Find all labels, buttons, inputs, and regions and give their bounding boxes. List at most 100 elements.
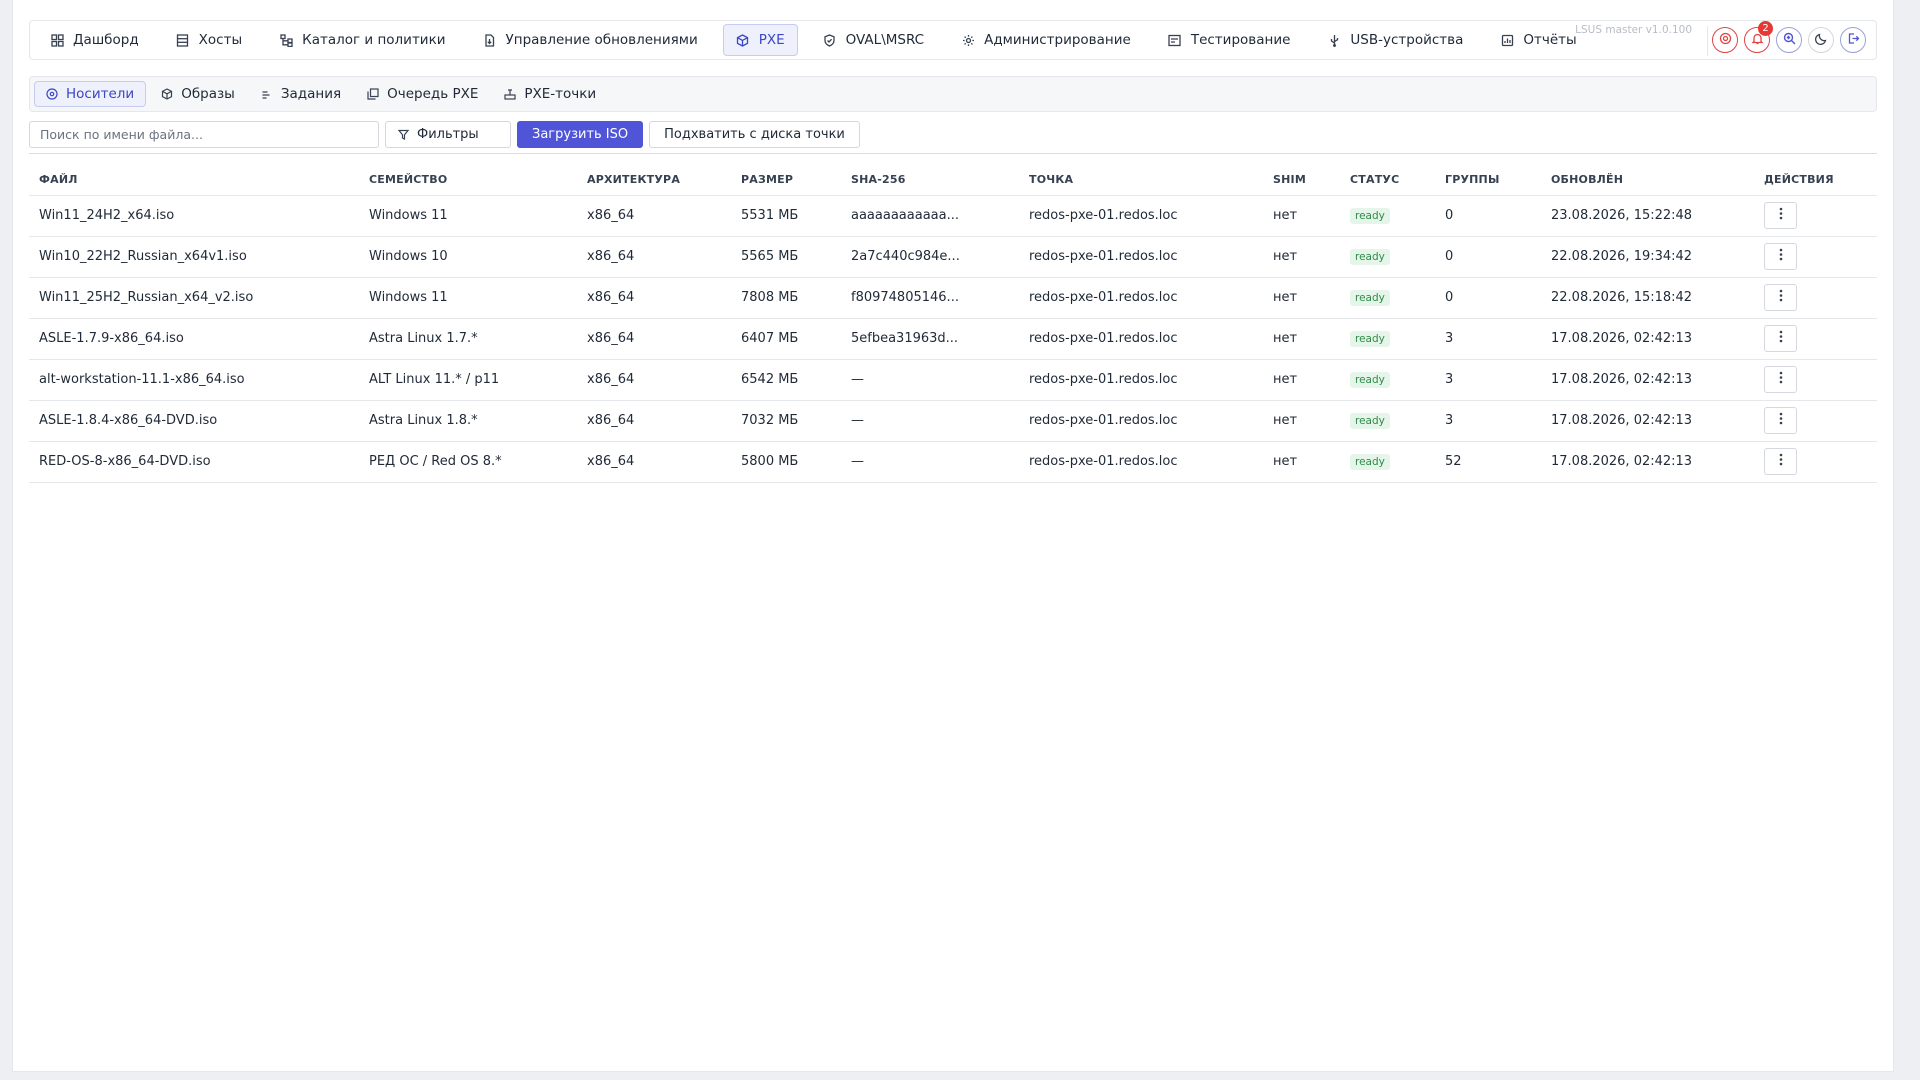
groups-cell: 0: [1435, 277, 1541, 319]
app-window: Дашборд Хосты Каталог и политики Управле…: [12, 0, 1894, 1072]
sha256-cell: —: [841, 441, 1019, 483]
status-cell: ready: [1340, 441, 1435, 483]
file-column-header[interactable]: ФАЙЛ: [29, 165, 359, 196]
zoom-search-icon: [1783, 32, 1796, 49]
row-actions-button[interactable]: [1764, 407, 1797, 434]
sha256-column-header[interactable]: SHA-256: [841, 165, 1019, 196]
point-column-header[interactable]: ТОЧКА: [1019, 165, 1263, 196]
filters-label: Фильтры: [417, 127, 479, 142]
tab-label: PXE-точки: [524, 86, 597, 102]
updated-cell: 23.08.2026, 15:22:48: [1541, 195, 1754, 237]
nav-item-admin[interactable]: Администрирование: [949, 24, 1143, 56]
pickup-from-point-disk-button[interactable]: Подхватить с диска точки: [649, 121, 860, 148]
tab-label: Задания: [280, 86, 342, 102]
table-row[interactable]: RED-OS-8-x86_64-DVD.iso РЕД ОС / Red OS 8…: [29, 441, 1877, 483]
row-actions-button[interactable]: [1764, 325, 1797, 352]
arch-column-header[interactable]: АРХИТЕКТУРА: [577, 165, 731, 196]
size-cell: 7808 МБ: [731, 277, 841, 319]
row-actions-button[interactable]: [1764, 448, 1797, 475]
status-badge: ready: [1350, 453, 1390, 470]
family-cell: ALT Linux 11.* / p11: [359, 359, 577, 401]
tab-images[interactable]: Образы: [150, 81, 246, 107]
update-file-icon: [483, 33, 497, 47]
logout-button[interactable]: [1840, 27, 1866, 53]
support-button[interactable]: [1712, 27, 1738, 53]
search-button[interactable]: [1776, 27, 1802, 53]
size-column-header[interactable]: РАЗМЕР: [731, 165, 841, 196]
family-column-header[interactable]: СЕМЕЙСТВО: [359, 165, 577, 196]
file-cell: Win11_25H2_Russian_x64_v2.iso: [29, 277, 359, 319]
table-row[interactable]: Win11_24H2_x64.iso Windows 11 x86_64 5531 М…: [29, 195, 1877, 237]
table-row[interactable]: ASLE-1.7.9-x86_64.iso Astra Linux 1.7.* x8…: [29, 318, 1877, 360]
status-badge: ready: [1350, 207, 1390, 224]
row-actions-button[interactable]: [1764, 243, 1797, 270]
top-navbar: Дашборд Хосты Каталог и политики Управле…: [29, 20, 1877, 60]
nav-item-dashboard[interactable]: Дашборд: [38, 24, 151, 56]
updated-cell: 17.08.2026, 02:42:13: [1541, 318, 1754, 360]
upload-iso-button[interactable]: Загрузить ISO: [517, 121, 644, 148]
nav-item-label: PXE: [758, 32, 785, 48]
toolbar-divider: [29, 153, 1877, 154]
table-row[interactable]: alt-workstation-11.1-x86_64.iso ALT Linux…: [29, 359, 1877, 401]
nav-item-testing[interactable]: Тестирование: [1156, 24, 1303, 56]
nav-item-usb[interactable]: USB-устройства: [1315, 24, 1475, 56]
shim-cell: нет: [1263, 195, 1340, 237]
file-cell: ASLE-1.7.9-x86_64.iso: [29, 318, 359, 360]
table-row[interactable]: ASLE-1.8.4-x86_64-DVD.iso Astra Linux 1.8…: [29, 400, 1877, 442]
tab-media[interactable]: Носители: [34, 81, 147, 107]
file-cell: RED-OS-8-x86_64-DVD.iso: [29, 441, 359, 483]
arch-cell: x86_64: [577, 400, 731, 442]
status-cell: ready: [1340, 318, 1435, 360]
row-actions-button[interactable]: [1764, 284, 1797, 311]
size-cell: 5565 МБ: [731, 236, 841, 278]
arch-cell: x86_64: [577, 318, 731, 360]
nav-item-label: Администрирование: [984, 32, 1131, 48]
nav-item-catalog[interactable]: Каталог и политики: [267, 24, 457, 56]
tab-label: Очередь PXE: [387, 86, 479, 102]
theme-toggle-button[interactable]: [1808, 27, 1834, 53]
file-cell: alt-workstation-11.1-x86_64.iso: [29, 359, 359, 401]
arch-cell: x86_64: [577, 236, 731, 278]
status-column-header[interactable]: СТАТУС: [1340, 165, 1435, 196]
groups-column-header[interactable]: ГРУППЫ: [1435, 165, 1541, 196]
row-actions-button[interactable]: [1764, 366, 1797, 393]
search-input[interactable]: [29, 121, 379, 148]
size-cell: 5531 МБ: [731, 195, 841, 237]
point-cell: redos-pxe-01.redos.loc: [1019, 400, 1263, 442]
status-badge: ready: [1350, 371, 1390, 388]
actions-column-header[interactable]: ДЕЙСТВИЯ: [1754, 165, 1877, 196]
updated-cell: 17.08.2026, 02:42:13: [1541, 441, 1754, 483]
actions-cell: [1754, 400, 1877, 442]
cube-icon: [736, 33, 750, 47]
actions-cell: [1754, 277, 1877, 319]
tab-pxe-points[interactable]: PXE-точки: [493, 81, 607, 107]
arch-cell: x86_64: [577, 441, 731, 483]
groups-cell: 52: [1435, 441, 1541, 483]
table-row[interactable]: Win11_25H2_Russian_x64_v2.iso Windows 11 x…: [29, 277, 1877, 319]
nav-item-hosts[interactable]: Хосты: [164, 24, 254, 56]
sha256-cell: —: [841, 400, 1019, 442]
shim-column-header[interactable]: SHIM: [1263, 165, 1340, 196]
kebab-menu-icon: [1779, 453, 1783, 470]
network-point-icon: [504, 88, 516, 100]
nav-item-label: Хосты: [198, 32, 243, 48]
gear-icon: [961, 33, 975, 47]
status-badge: ready: [1350, 289, 1390, 306]
notifications-button[interactable]: 2: [1744, 21, 1773, 53]
nav-item-label: Управление обновлениями: [505, 32, 698, 48]
nav-item-updates[interactable]: Управление обновлениями: [471, 24, 710, 56]
arch-cell: x86_64: [577, 195, 731, 237]
point-cell: redos-pxe-01.redos.loc: [1019, 195, 1263, 237]
filters-button[interactable]: Фильтры: [385, 121, 511, 148]
updated-column-header[interactable]: ОБНОВЛЁН: [1541, 165, 1754, 196]
tab-pxe-queue[interactable]: Очередь PXE: [356, 81, 489, 107]
nav-item-pxe[interactable]: PXE: [722, 24, 798, 56]
nav-item-oval[interactable]: OVAL\MSRC: [811, 24, 936, 56]
tab-tasks[interactable]: Задания: [250, 81, 352, 107]
media-toolbar: Фильтры Загрузить ISO Подхватить с диска…: [29, 121, 860, 148]
row-actions-button[interactable]: [1764, 202, 1797, 229]
lifebuoy-icon: [1719, 32, 1732, 49]
table-row[interactable]: Win10_22H2_Russian_x64v1.iso Windows 10 x8…: [29, 236, 1877, 278]
shim-cell: нет: [1263, 400, 1340, 442]
nav-item-reports[interactable]: Отчёты: [1488, 24, 1588, 56]
